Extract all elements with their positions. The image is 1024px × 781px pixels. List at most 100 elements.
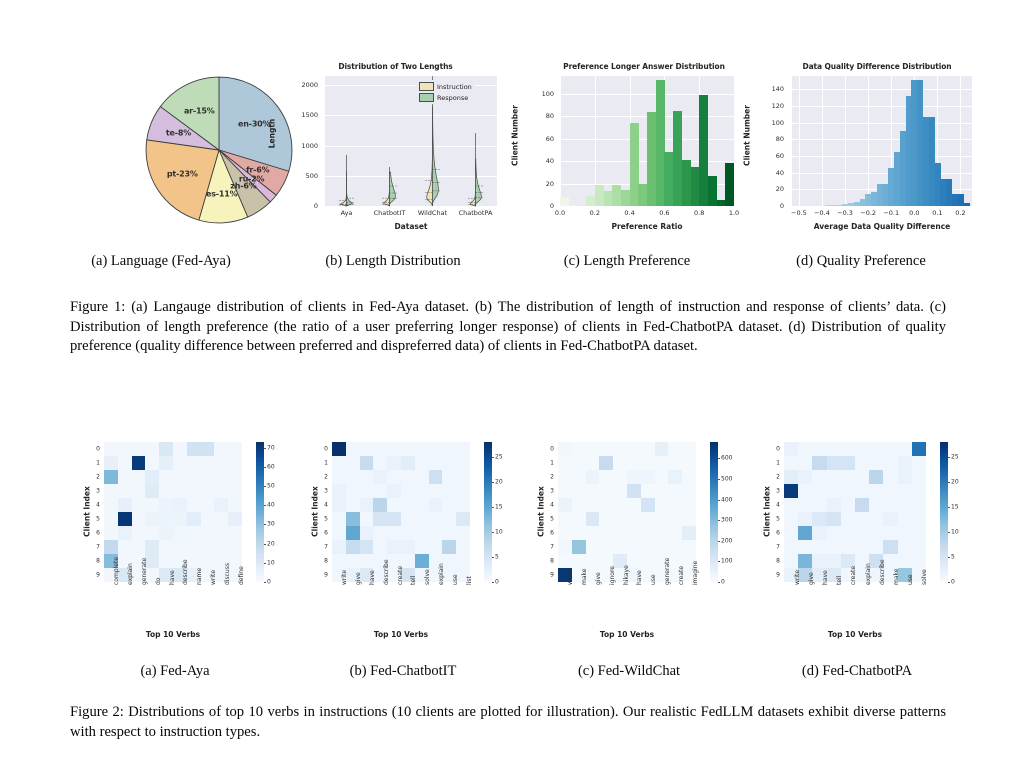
heatmap-cell	[784, 554, 799, 569]
hist-c-ytick: 20	[545, 179, 554, 188]
heatmap-cell	[869, 442, 884, 457]
heatmap-cell	[359, 470, 374, 485]
heatmap-cell	[332, 540, 347, 555]
heatmap-ylabel: 1	[776, 459, 780, 467]
heatmap-cell	[558, 526, 573, 541]
heatmap-cell	[228, 470, 243, 485]
heatmap-cell	[558, 456, 573, 471]
hist-d-xtick: 0.0	[909, 209, 920, 217]
heatmap-cell	[826, 456, 842, 471]
heatmap-cell	[571, 456, 586, 471]
heatmap-xlabel: hikaye	[622, 565, 630, 585]
heatmap-cell	[613, 526, 628, 541]
heatmap-cell	[173, 442, 188, 457]
heatmap-ylabel: 1	[550, 459, 554, 467]
heatmap-cell	[682, 526, 697, 541]
figure1-caption: Figure 1: (a) Langauge distribution of c…	[70, 299, 946, 354]
heatmap-cell	[345, 498, 360, 513]
heatmap-cell	[682, 512, 697, 527]
heatmap-colorbar-dash	[492, 482, 494, 483]
heatmap-cell	[640, 470, 655, 485]
heatmap-cell	[798, 526, 813, 541]
pie-label-ar: ar-15%	[183, 106, 215, 116]
heatmap-cell	[654, 498, 669, 513]
pie-label-te: te-8%	[165, 128, 192, 138]
heatmap-colorbar	[710, 442, 718, 582]
heatmap-xlabel-title: Top 10 Verbs	[145, 630, 201, 639]
heatmap-cell	[456, 442, 471, 457]
heatmap-cell	[840, 540, 856, 555]
heatmap-cell	[640, 512, 655, 527]
violin-ytick: 1000	[301, 141, 318, 150]
heatmap-cell	[414, 540, 429, 555]
hist-d-xtick: −0.4	[814, 209, 830, 217]
heatmap-cell	[414, 512, 429, 527]
heatmap-cell	[613, 540, 628, 555]
legend-swatch-instruction	[419, 82, 434, 91]
heatmap-ylabel: 8	[96, 557, 100, 565]
heatmap-cell	[373, 540, 388, 555]
heatmap-cell	[145, 498, 160, 513]
heatmap-ylabel: 0	[776, 445, 780, 453]
heatmap-cell	[442, 526, 457, 541]
heatmap-cell	[826, 470, 842, 485]
heatmap-cell	[784, 456, 799, 471]
heatmap-cell	[332, 498, 347, 513]
heatmap-cell	[401, 512, 416, 527]
heatmap-cell	[869, 470, 884, 485]
heatmap-cell	[599, 484, 614, 499]
heatmap-colorbar-dash	[264, 524, 266, 526]
heatmap-colorbar-dash	[718, 540, 720, 542]
heatmap-cell	[812, 484, 827, 499]
hist-d-gridline	[792, 139, 972, 141]
heatmap-cell	[668, 512, 683, 527]
heatmap-cell	[571, 498, 586, 513]
heatmap-cell	[159, 512, 174, 527]
heatmap-cell	[186, 442, 201, 457]
heatmap-cell	[585, 540, 600, 555]
figure1-panels: en-30% fr-6% ru-2% zh-6% es-11% pt-23% te-8% ar…	[0, 52, 1024, 252]
heatmap-colorbar-dash	[718, 520, 720, 522]
hist-d-xtick: −0.2	[860, 209, 877, 217]
heatmap-cell	[585, 456, 600, 471]
heatmap-cell	[654, 470, 669, 485]
heatmap-cell	[627, 512, 642, 527]
heatmap-cell	[840, 484, 856, 499]
heatmap-cell	[145, 512, 160, 527]
heatmap-cell	[228, 456, 243, 471]
heatmap-cell	[911, 540, 927, 555]
heatmap-cell	[345, 484, 360, 499]
heatmap-cell	[214, 470, 229, 485]
heatmap-cell	[855, 442, 870, 457]
heatmap-colorbar-dash	[718, 582, 720, 583]
quality-title: Data Quality Difference Distribution	[802, 62, 952, 71]
heatmap-colorbar-dash	[492, 557, 494, 558]
heatmap-cell	[401, 442, 416, 457]
pie-label-pt: pt-23%	[166, 169, 198, 179]
heatmap-cell	[784, 526, 799, 541]
heatmap-cell	[911, 484, 927, 499]
heatmap-cell	[332, 442, 347, 457]
heatmap-cell	[585, 554, 600, 569]
heatmap-cell	[855, 484, 870, 499]
heatmap-cell	[668, 470, 683, 485]
heatmap-colorbar-dash	[492, 507, 494, 508]
heatmap-cell	[911, 554, 927, 569]
pie-label-en: en-30%	[237, 119, 271, 129]
heatmap-cell	[627, 484, 642, 499]
heatmap-xlabel: describe	[382, 559, 390, 585]
heatmap-cell	[186, 498, 201, 513]
heatmap-xlabel: create	[396, 565, 404, 585]
heatmap-colorbar-tick: 600	[721, 454, 733, 462]
heatmap-cell	[840, 470, 856, 485]
heatmap-cell	[599, 470, 614, 485]
length-pref-axes	[560, 76, 735, 207]
heatmap-cell	[897, 442, 913, 457]
heatmap-cell	[456, 554, 471, 569]
heatmap-cell	[627, 442, 642, 457]
heatmap-xlabel: make	[893, 568, 900, 585]
heatmap-cell	[104, 470, 119, 485]
heatmap-cell	[401, 540, 416, 555]
heatmap-cell	[200, 554, 215, 569]
heatmap-cell	[883, 484, 898, 499]
